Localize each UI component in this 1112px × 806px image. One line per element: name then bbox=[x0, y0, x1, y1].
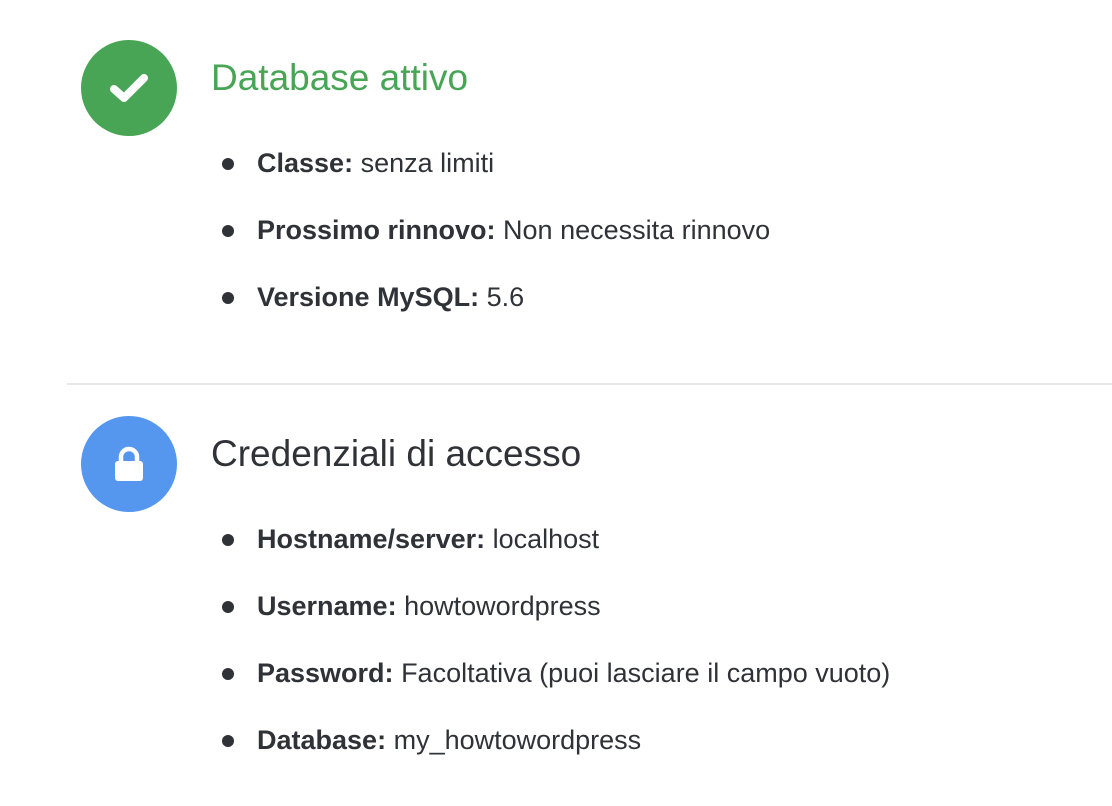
bullet bbox=[222, 292, 234, 304]
bullet bbox=[222, 601, 234, 613]
list-item: Password: Facoltativa (puoi lasciare il … bbox=[222, 652, 890, 719]
list-item: Prossimo rinnovo: Non necessita rinnovo bbox=[222, 209, 770, 276]
list-item: Username: howtowordpress bbox=[222, 585, 890, 652]
lock-icon bbox=[81, 416, 177, 512]
status-details-list: Classe: senza limiti Prossimo rinnovo: N… bbox=[222, 142, 770, 343]
list-item: Hostname/server: localhost bbox=[222, 518, 890, 585]
item-key: Prossimo rinnovo: bbox=[257, 215, 496, 245]
credentials-title: Credenziali di accesso bbox=[211, 433, 582, 474]
credentials-list: Hostname/server: localhost Username: how… bbox=[222, 518, 890, 786]
item-value: Facoltativa (puoi lasciare il campo vuot… bbox=[401, 658, 891, 688]
item-key: Database: bbox=[257, 725, 387, 755]
item-value: localhost bbox=[492, 524, 600, 554]
item-key: Classe: bbox=[257, 148, 354, 178]
section-divider bbox=[67, 383, 1112, 385]
item-key: Hostname/server: bbox=[257, 524, 486, 554]
bullet bbox=[222, 668, 234, 680]
item-value: howtowordpress bbox=[404, 591, 601, 621]
bullet bbox=[222, 735, 234, 747]
bullet bbox=[222, 225, 234, 237]
item-value: 5.6 bbox=[486, 282, 525, 312]
check-icon-glyph bbox=[110, 74, 148, 102]
item-key: Password: bbox=[257, 658, 394, 688]
list-item: Classe: senza limiti bbox=[222, 142, 770, 209]
item-value: Non necessita rinnovo bbox=[503, 215, 771, 245]
lock-icon-glyph bbox=[115, 446, 143, 481]
status-title: Database attivo bbox=[211, 57, 469, 98]
bullet bbox=[222, 158, 234, 170]
check-icon bbox=[81, 40, 177, 136]
item-key: Username: bbox=[257, 591, 397, 621]
item-key: Versione MySQL: bbox=[257, 282, 480, 312]
item-value: my_howtowordpress bbox=[393, 725, 642, 755]
item-value: senza limiti bbox=[360, 148, 495, 178]
bullet bbox=[222, 534, 234, 546]
list-item: Versione MySQL: 5.6 bbox=[222, 276, 770, 343]
list-item: Database: my_howtowordpress bbox=[222, 719, 890, 786]
